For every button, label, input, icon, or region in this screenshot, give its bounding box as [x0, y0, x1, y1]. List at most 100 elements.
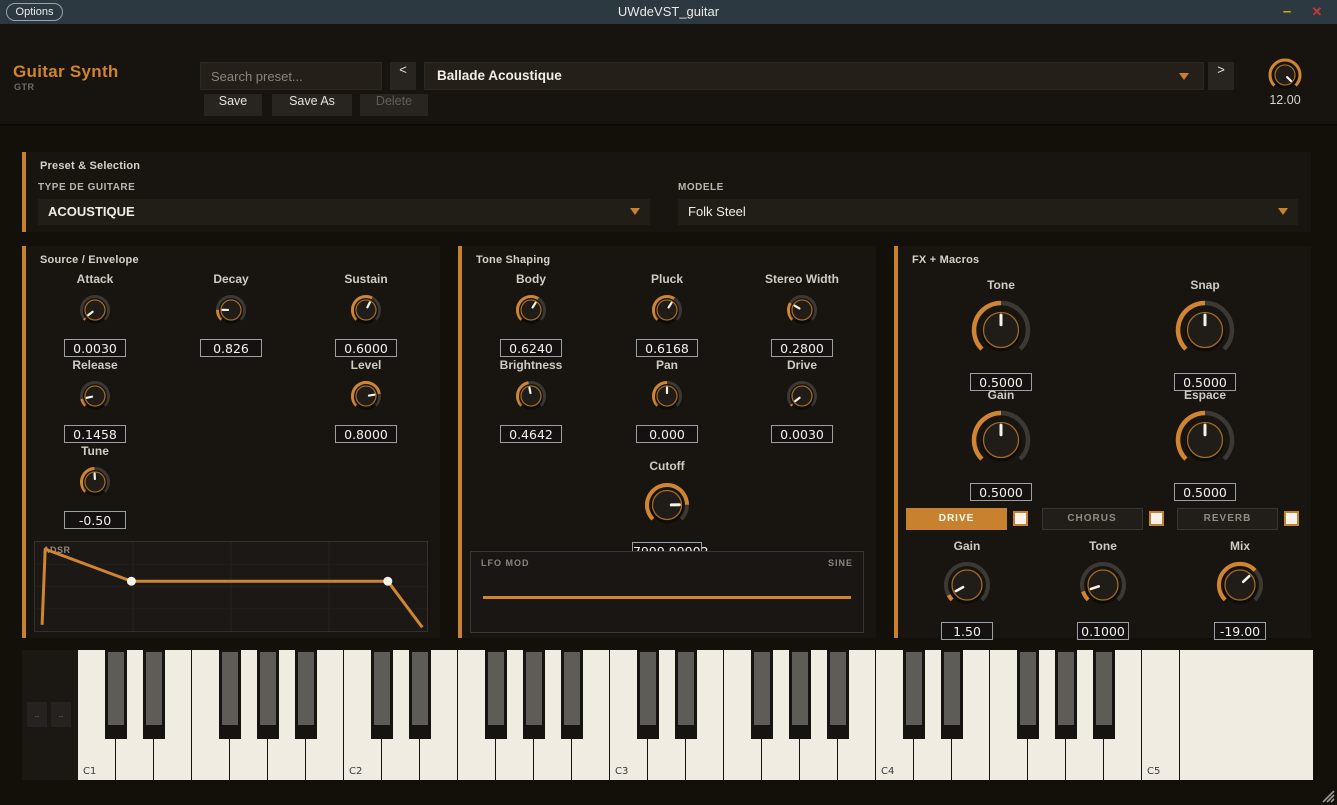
guitar-type-dropdown[interactable]: ACOUSTIQUE	[38, 199, 650, 225]
black-key-face	[754, 652, 770, 725]
macro-espace-knob[interactable]	[1171, 406, 1239, 479]
pluck-value[interactable]: 0.6168	[636, 339, 698, 357]
fx-tone-value[interactable]: 0.1000	[1077, 622, 1129, 640]
octave-button-1[interactable]: ..	[51, 702, 71, 727]
macro-gain-value[interactable]: 0.5000	[970, 483, 1032, 501]
preset-dropdown[interactable]: Ballade Acoustique	[424, 62, 1204, 90]
next-preset-button[interactable]: >	[1208, 62, 1234, 90]
fx-gain-value[interactable]: 1.50	[941, 622, 993, 640]
black-key[interactable]	[371, 650, 393, 739]
knob-pan: Pan 0.000	[597, 358, 737, 443]
macro-espace-label: Espace	[1184, 388, 1226, 403]
black-key[interactable]	[675, 650, 697, 739]
black-key[interactable]	[409, 650, 431, 739]
macro-espace-value[interactable]: 0.5000	[1174, 483, 1236, 501]
black-key-face	[564, 652, 580, 725]
black-key[interactable]	[523, 650, 545, 739]
brightness-value[interactable]: 0.4642	[500, 425, 562, 443]
black-key[interactable]	[903, 650, 925, 739]
fx-tone-label: Tone	[1089, 539, 1117, 554]
black-key[interactable]	[143, 650, 165, 739]
sustain-knob[interactable]	[346, 290, 386, 335]
drive-label: Drive	[787, 358, 817, 373]
pan-knob[interactable]	[647, 376, 687, 421]
black-key[interactable]	[295, 650, 317, 739]
knob-tune: Tune -0.50	[25, 444, 165, 529]
release-label: Release	[72, 358, 117, 373]
fx-chorus-checkbox[interactable]	[1149, 511, 1164, 526]
resize-grip[interactable]	[1319, 787, 1335, 803]
release-knob[interactable]	[75, 376, 115, 421]
save-as-button[interactable]: Save As	[272, 94, 352, 116]
fx-reverb-button[interactable]: REVERB	[1177, 508, 1278, 530]
macro-snap-knob[interactable]	[1171, 296, 1239, 369]
black-key[interactable]	[637, 650, 659, 739]
guitar-type-value: ACOUSTIQUE	[48, 204, 135, 219]
master-volume-knob[interactable]	[1265, 55, 1305, 95]
fx-mix-knob[interactable]	[1212, 557, 1268, 618]
black-key[interactable]	[105, 650, 127, 739]
fx-gain-knob[interactable]	[939, 557, 995, 618]
section-title: FX + Macros	[912, 254, 979, 266]
adsr-curve	[35, 542, 427, 631]
pluck-knob[interactable]	[647, 290, 687, 335]
fx-tone-knob[interactable]	[1075, 557, 1131, 618]
attack-value[interactable]: 0.0030	[64, 339, 126, 357]
brightness-knob[interactable]	[511, 376, 551, 421]
drive-knob[interactable]	[782, 376, 822, 421]
release-value[interactable]: 0.1458	[64, 425, 126, 443]
black-key[interactable]	[751, 650, 773, 739]
white-key[interactable]: C5	[1142, 650, 1180, 780]
drive-value[interactable]: 0.0030	[771, 425, 833, 443]
fx-mix-value[interactable]: -19.00	[1214, 622, 1266, 640]
tune-value[interactable]: -0.50	[64, 511, 126, 529]
titlebar: Options UWdeVST_guitar – ✕	[0, 0, 1337, 24]
stereo-width-value[interactable]: 0.2800	[771, 339, 833, 357]
decay-value[interactable]: 0.826	[200, 339, 262, 357]
black-key[interactable]	[789, 650, 811, 739]
body-knob[interactable]	[511, 290, 551, 335]
black-key[interactable]	[1093, 650, 1115, 739]
previous-preset-button[interactable]: <	[390, 62, 416, 90]
attack-knob[interactable]	[75, 290, 115, 335]
fx-drive-checkbox[interactable]	[1013, 511, 1028, 526]
delete-button[interactable]: Delete	[360, 94, 428, 116]
fx-drive-button[interactable]: DRIVE	[906, 508, 1007, 530]
adsr-envelope-display[interactable]: ADSR	[34, 541, 428, 632]
cutoff-knob[interactable]	[639, 477, 695, 538]
level-value[interactable]: 0.8000	[335, 425, 397, 443]
stereo-width-knob[interactable]	[782, 290, 822, 335]
decay-knob[interactable]	[211, 290, 251, 335]
macro-gain-knob[interactable]	[967, 406, 1035, 479]
knob-fx-gain: Gain 1.50	[897, 539, 1037, 640]
black-key-face	[298, 652, 314, 725]
close-button[interactable]: ✕	[1307, 1, 1327, 23]
search-input[interactable]	[200, 62, 382, 90]
fx-chorus-button[interactable]: CHORUS	[1042, 508, 1143, 530]
black-key[interactable]	[485, 650, 507, 739]
model-dropdown[interactable]: Folk Steel	[678, 199, 1298, 225]
black-key[interactable]	[219, 650, 241, 739]
black-key[interactable]	[1017, 650, 1039, 739]
knob-drive: Drive 0.0030	[732, 358, 872, 443]
body-value[interactable]: 0.6240	[500, 339, 562, 357]
level-knob[interactable]	[346, 376, 386, 421]
sustain-value[interactable]: 0.6000	[335, 339, 397, 357]
black-key[interactable]	[257, 650, 279, 739]
preset-name: Ballade Acoustique	[437, 68, 562, 83]
tune-knob[interactable]	[75, 462, 115, 507]
octave-button-0[interactable]: ..	[27, 702, 47, 727]
black-key[interactable]	[1055, 650, 1077, 739]
pan-value[interactable]: 0.000	[636, 425, 698, 443]
save-button[interactable]: Save	[204, 94, 262, 116]
fx-group-reverb: REVERB	[1177, 507, 1299, 530]
minimize-button[interactable]: –	[1277, 1, 1297, 23]
black-key[interactable]	[561, 650, 583, 739]
black-key[interactable]	[827, 650, 849, 739]
knob-macro-espace: Espace 0.5000	[1135, 388, 1275, 501]
black-key[interactable]	[941, 650, 963, 739]
macro-tone-knob[interactable]	[967, 296, 1035, 369]
octave-label: C1	[83, 766, 96, 777]
octave-label: C4	[881, 766, 894, 777]
fx-reverb-checkbox[interactable]	[1284, 511, 1299, 526]
